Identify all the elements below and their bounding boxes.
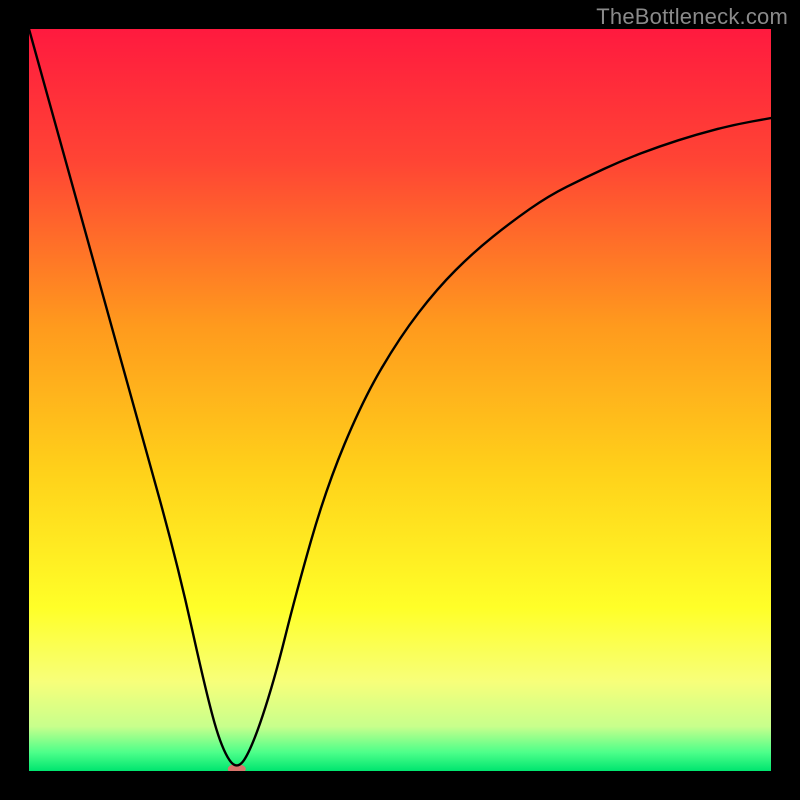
- watermark-text: TheBottleneck.com: [596, 4, 788, 30]
- bottleneck-chart: [29, 29, 771, 771]
- chart-frame: TheBottleneck.com: [0, 0, 800, 800]
- chart-background: [29, 29, 771, 771]
